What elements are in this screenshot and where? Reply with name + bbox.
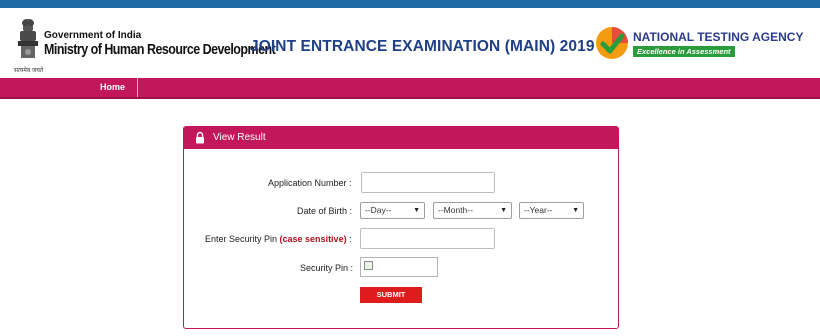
ministry-name: Ministry of Human Resource Development (44, 42, 276, 58)
case-sensitive-note: (case sensitive) (279, 234, 347, 244)
month-select[interactable]: --Month-- ▼ (433, 202, 512, 219)
year-select-value: --Year-- (524, 205, 553, 215)
site-header: Government of India Ministry of Human Re… (0, 8, 820, 76)
chevron-down-icon: ▼ (572, 207, 579, 214)
lock-icon (196, 131, 204, 144)
day-select[interactable]: --Day-- ▼ (360, 202, 425, 219)
security-pin-label: Enter Security Pin (case sensitive) : (205, 234, 352, 244)
exam-title: JOINT ENTRANCE EXAMINATION (MAIN) 2019 (250, 38, 595, 55)
day-select-value: --Day-- (365, 205, 392, 215)
application-number-input[interactable] (361, 172, 495, 193)
security-pin-label-suffix: : (346, 234, 352, 244)
captcha-image (360, 257, 438, 277)
date-of-birth-label: Date of Birth : (297, 206, 353, 216)
security-pin-label-prefix: Enter Security Pin (205, 234, 280, 244)
captcha-label: Security Pin : (300, 263, 354, 273)
nta-tagline: Excellence in Assessment (633, 46, 735, 57)
main-navbar: Home (0, 78, 820, 99)
chevron-down-icon: ▼ (500, 207, 507, 214)
chevron-down-icon: ▼ (413, 207, 420, 214)
top-strip (0, 0, 820, 8)
nav-home-link[interactable]: Home (88, 78, 138, 97)
nta-name: NATIONAL TESTING AGENCY (633, 30, 804, 44)
emblem-motto: सत्यमेव जयते (14, 68, 44, 74)
submit-button[interactable]: SUBMIT (360, 287, 422, 303)
panel-header: View Result (184, 127, 618, 149)
national-emblem-icon (18, 19, 38, 58)
broken-image-icon (364, 261, 373, 270)
application-number-label: Application Number : (268, 178, 352, 188)
nta-logo-icon (596, 27, 628, 59)
month-select-value: --Month-- (438, 205, 473, 215)
security-pin-input[interactable] (360, 228, 495, 249)
government-label: Government of India (44, 30, 142, 41)
panel-title: View Result (213, 132, 266, 143)
year-select[interactable]: --Year-- ▼ (519, 202, 584, 219)
